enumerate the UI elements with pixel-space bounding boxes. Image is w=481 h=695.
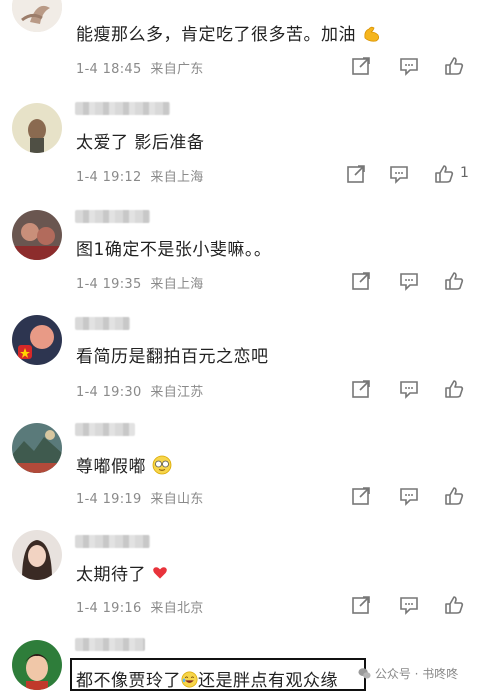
comment-text: 太爱了 影后准备 [76,133,205,153]
avatar-image [12,103,62,153]
username-blurred [75,210,150,223]
avatar-image [12,0,62,32]
like-count: 1 [460,165,469,181]
avatar-image [12,315,62,365]
share-icon[interactable] [345,163,369,187]
avatar[interactable] [12,423,62,473]
comment-actions [345,378,475,402]
comment-actions: 1 [345,163,475,187]
avatar-image [12,640,62,690]
comment-meta: 1-4 19:19 来自山东 [76,492,204,507]
like-icon[interactable] [443,485,467,509]
comment-actions [345,485,475,509]
like-icon[interactable] [443,55,467,79]
comment-icon[interactable] [398,378,422,402]
comment-meta: 1-4 18:45 来自广东 [76,62,204,77]
share-icon[interactable] [350,378,374,402]
comment-icon[interactable] [398,594,422,618]
like-icon[interactable] [433,163,457,187]
heart-emoji-icon [153,567,167,579]
avatar-image [12,423,62,473]
comment-meta: 1-4 19:16 来自北京 [76,601,204,616]
comment-text: 太期待了 [76,560,168,585]
avatar[interactable] [12,0,62,32]
share-icon[interactable] [350,270,374,294]
comment-icon[interactable] [398,485,422,509]
highlight-box [70,658,366,691]
avatar[interactable] [12,210,62,260]
like-icon[interactable] [443,378,467,402]
username-blurred [75,317,130,330]
comment-icon[interactable] [398,55,422,79]
comment-text: 能瘦那么多，肯定吃了很多苦。加油 [76,20,382,45]
glasses-face-emoji-icon [152,455,172,475]
comment-actions [345,594,475,618]
avatar-image [12,530,62,580]
avatar[interactable] [12,640,62,690]
comment-icon[interactable] [388,163,412,187]
username-blurred [75,423,135,436]
comment-icon[interactable] [398,270,422,294]
comment-actions [345,270,475,294]
username-blurred [75,638,145,651]
comment-actions [345,55,475,79]
avatar-image [12,210,62,260]
username-blurred [75,102,170,115]
flexed-biceps-emoji-icon [364,26,379,42]
comment-text: 图1确定不是张小斐嘛。。 [76,240,272,260]
share-icon[interactable] [350,485,374,509]
username-blurred [75,535,150,548]
share-icon[interactable] [350,594,374,618]
comment-text: 看简历是翻拍百元之恋吧 [76,347,269,367]
comment-meta: 1-4 19:30 来自江苏 [76,385,204,400]
watermark: 公众号 · 书咚咚 [358,665,458,682]
like-icon[interactable] [443,594,467,618]
like-icon[interactable] [443,270,467,294]
avatar[interactable] [12,315,62,365]
avatar[interactable] [12,530,62,580]
comment-text: 尊嘟假嘟 [76,452,172,477]
avatar[interactable] [12,103,62,153]
comment-meta: 1-4 19:12 来自上海 [76,170,204,185]
wechat-icon [358,668,371,679]
share-icon[interactable] [350,55,374,79]
comment-meta: 1-4 19:35 来自上海 [76,277,204,292]
